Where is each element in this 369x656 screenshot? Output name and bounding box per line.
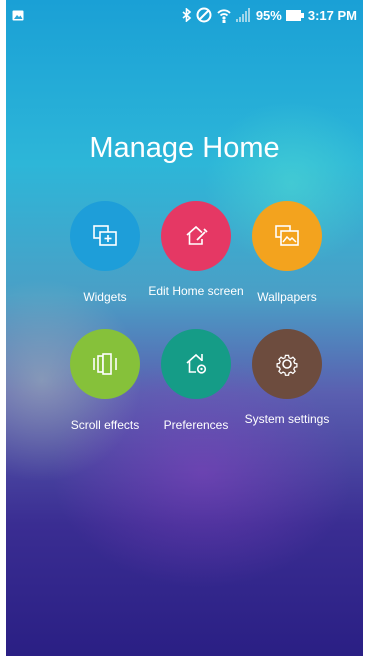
edit-home-screen-label: Edit Home screen: [148, 284, 244, 298]
signal-icon: [235, 8, 252, 22]
edit-home-screen-circle[interactable]: [161, 201, 231, 271]
do-not-disturb-icon: [196, 7, 212, 23]
scroll-effects-icon: [93, 353, 117, 375]
preferences-label: Preferences: [163, 418, 229, 432]
battery-icon: [285, 9, 304, 21]
edit-home-icon: [186, 225, 208, 245]
wallpapers-icon: [275, 225, 299, 246]
widgets-icon: [93, 225, 117, 246]
wallpapers-circle[interactable]: [252, 201, 322, 271]
gear-icon: [276, 354, 298, 376]
status-bar: 95% 3:17 PM: [6, 0, 363, 32]
wallpapers-button[interactable]: Wallpapers: [237, 201, 337, 304]
wifi-icon: [216, 7, 232, 23]
scroll-effects-circle[interactable]: [70, 329, 140, 399]
widgets-label: Widgets: [83, 290, 127, 304]
preferences-button[interactable]: Preferences: [146, 329, 246, 432]
system-settings-label: System settings: [244, 412, 330, 426]
edit-home-screen-button[interactable]: Edit Home screen: [146, 201, 246, 298]
scroll-effects-button[interactable]: Scroll effects: [55, 329, 155, 432]
wallpapers-label: Wallpapers: [257, 290, 317, 304]
bluetooth-icon: [182, 8, 192, 22]
page-title: Manage Home: [89, 132, 280, 164]
widgets-button[interactable]: Widgets: [55, 201, 155, 304]
preferences-circle[interactable]: [161, 329, 231, 399]
widgets-circle[interactable]: [70, 201, 140, 271]
scroll-effects-label: Scroll effects: [70, 418, 140, 432]
clock: 3:17 PM: [307, 7, 357, 23]
system-settings-button[interactable]: System settings: [237, 329, 337, 426]
battery-percent: 95%: [255, 7, 282, 23]
image-icon: [12, 9, 26, 21]
system-settings-circle[interactable]: [252, 329, 322, 399]
preferences-icon: [186, 353, 207, 374]
home-screen: 95% 3:17 PM Manage Home Widgets Edit Hom…: [6, 0, 363, 656]
